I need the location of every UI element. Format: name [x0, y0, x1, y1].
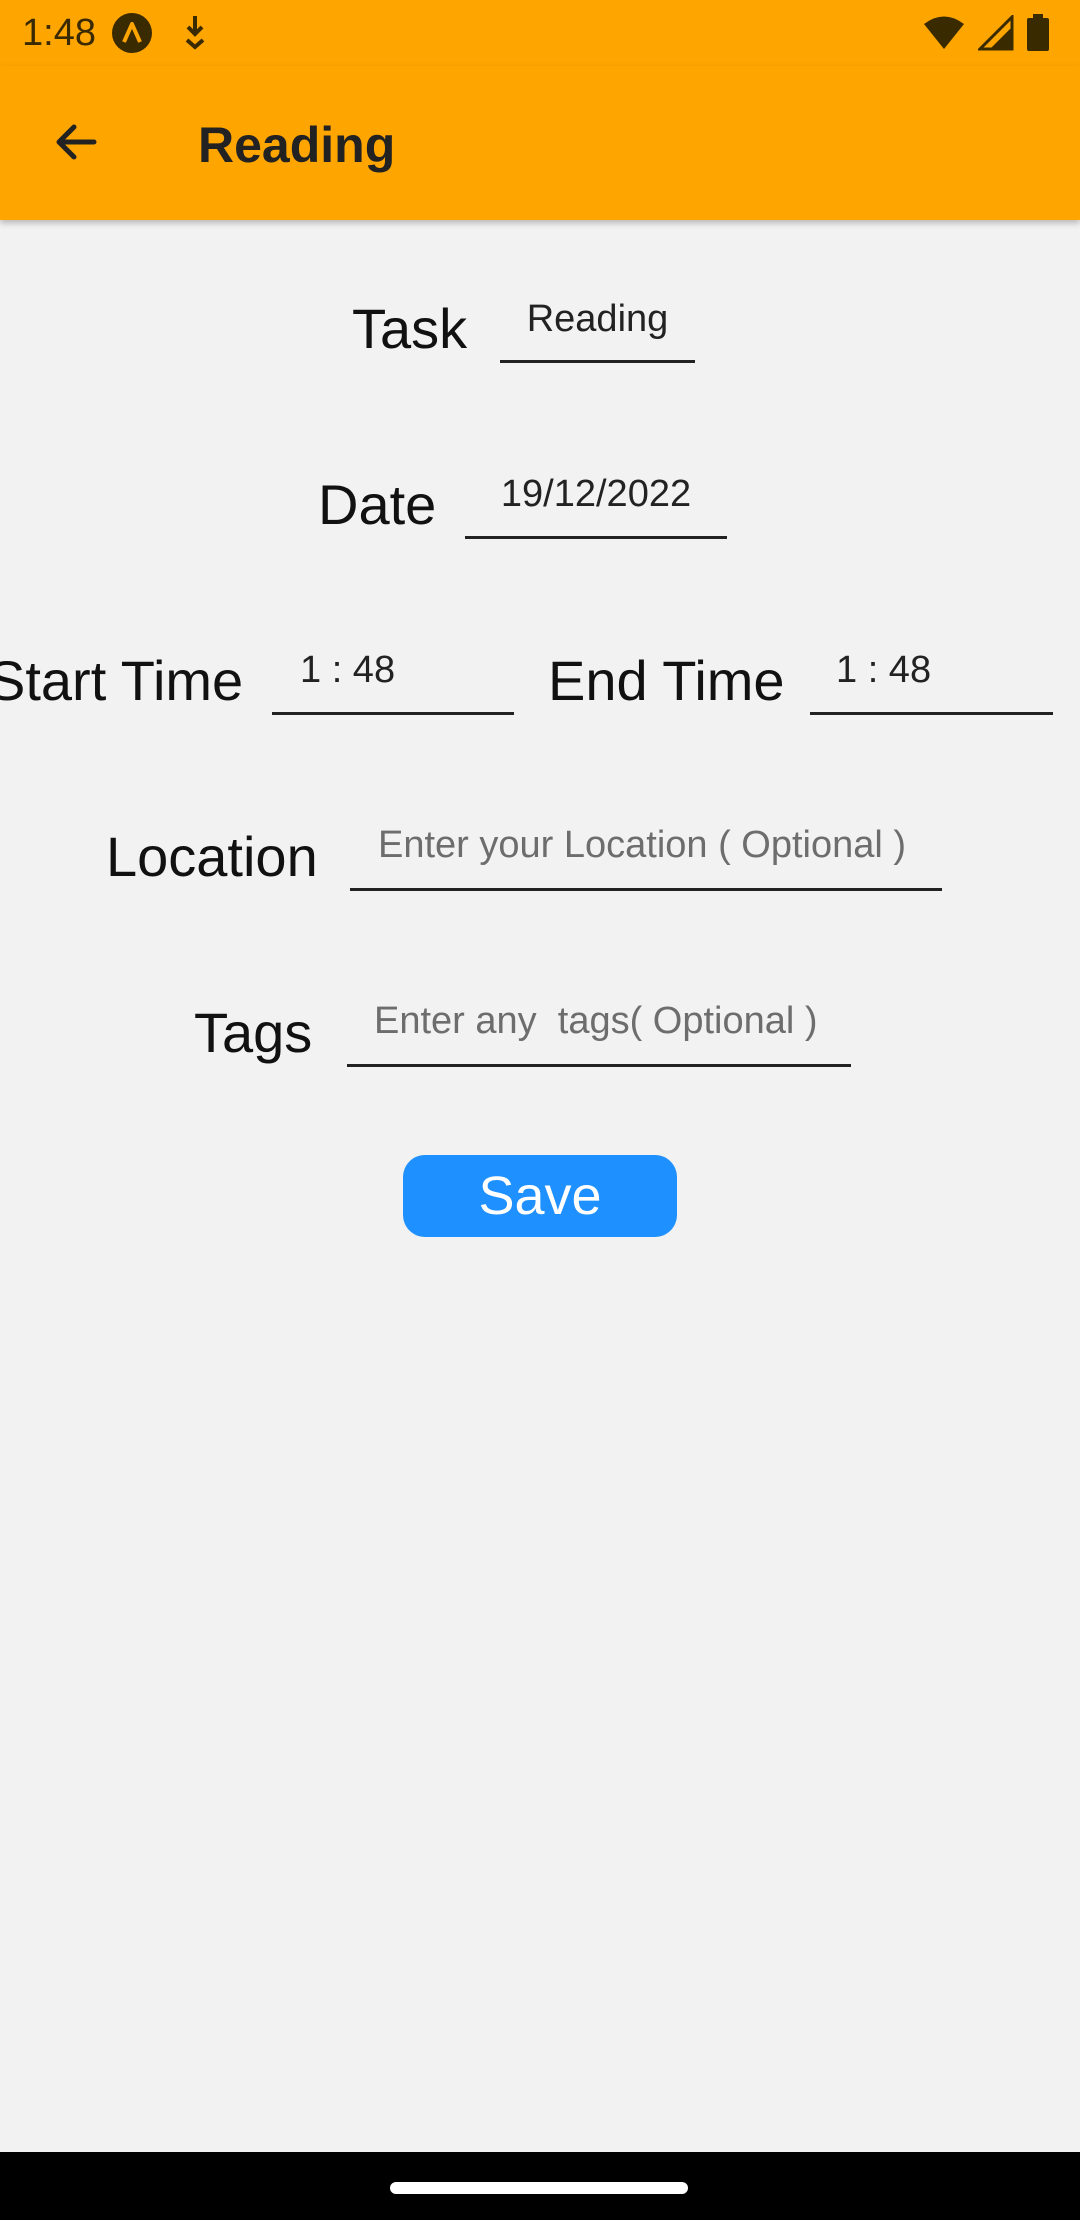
app-notification-icon — [112, 13, 152, 53]
task-input[interactable]: Reading — [500, 280, 695, 363]
download-icon — [180, 14, 210, 55]
arrow-left-icon — [52, 118, 100, 171]
save-button-label: Save — [478, 1166, 602, 1226]
date-input[interactable]: 19/12/2022 — [465, 455, 727, 539]
start-time-value: 1 : 48 — [300, 649, 396, 691]
cellular-signal-icon — [976, 13, 1014, 56]
system-navigation-bar — [0, 2152, 1080, 2220]
page-title: Reading — [198, 117, 396, 173]
home-gesture-handle[interactable] — [390, 2182, 688, 2194]
save-button[interactable]: Save — [403, 1155, 677, 1237]
tags-input[interactable]: Enter any tags( Optional ) — [347, 982, 851, 1067]
date-label: Date — [318, 473, 437, 536]
end-time-input[interactable]: 1 : 48 — [810, 631, 1053, 715]
app-bar: Reading — [0, 66, 1080, 220]
task-value: Reading — [526, 298, 669, 340]
tags-label: Tags — [194, 1001, 313, 1064]
start-time-label: Start Time — [0, 649, 244, 712]
start-time-input[interactable]: 1 : 48 — [272, 631, 514, 715]
back-button[interactable] — [38, 106, 114, 182]
date-value: 19/12/2022 — [500, 473, 692, 515]
location-input[interactable]: Enter your Location ( Optional ) — [350, 806, 942, 891]
location-label: Location — [106, 825, 318, 888]
tags-placeholder: Enter any tags( Optional ) — [374, 1000, 818, 1042]
wifi-icon — [922, 15, 966, 56]
status-bar: 1:48 — [0, 0, 1080, 66]
battery-icon — [1026, 14, 1050, 57]
end-time-label: End Time — [548, 649, 785, 712]
location-placeholder: Enter your Location ( Optional ) — [378, 824, 907, 866]
end-time-value: 1 : 48 — [836, 649, 932, 691]
status-time: 1:48 — [22, 12, 96, 54]
task-label: Task — [352, 297, 468, 360]
